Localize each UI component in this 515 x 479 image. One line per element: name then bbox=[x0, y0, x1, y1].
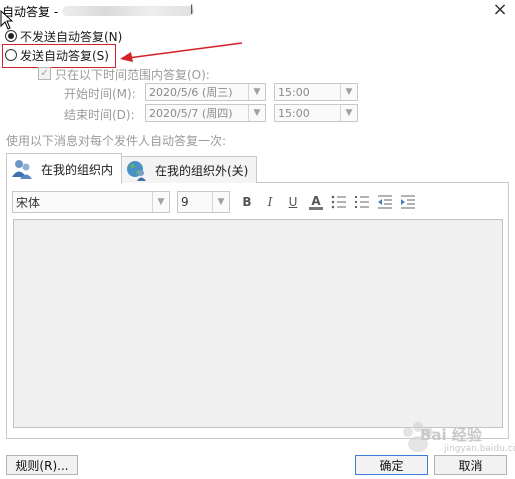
font-size-value: 9 bbox=[181, 195, 189, 209]
message-body-editor[interactable] bbox=[13, 219, 503, 428]
decrease-indent-button[interactable] bbox=[376, 193, 394, 211]
underline-icon: U bbox=[288, 195, 298, 209]
italic-icon: I bbox=[267, 195, 273, 209]
instruction-text: 使用以下消息对每个发件人自动答复一次: bbox=[6, 134, 227, 148]
font-size-select[interactable]: 9 ▼ bbox=[177, 191, 230, 213]
annotation-arrow-icon bbox=[120, 42, 243, 62]
cancel-button-label: 取消 bbox=[458, 458, 483, 473]
numbered-list-icon bbox=[355, 196, 369, 208]
start-date-picker[interactable]: 2020/5/6 (周三) ▼ bbox=[145, 83, 266, 101]
time-range-checkbox[interactable]: ✓ bbox=[38, 67, 51, 80]
tab-inside-organization[interactable]: 在我的组织内 bbox=[6, 153, 122, 184]
tab-inside-label: 在我的组织内 bbox=[41, 163, 114, 177]
window-title-tail: l bbox=[190, 3, 194, 17]
font-color-icon: A bbox=[311, 193, 321, 208]
italic-button[interactable]: I bbox=[261, 193, 279, 211]
ok-button[interactable]: 确定 bbox=[355, 455, 428, 475]
ok-button-label: 确定 bbox=[379, 458, 404, 473]
end-time-value: 15:00 bbox=[278, 106, 310, 120]
bold-icon: B bbox=[242, 195, 252, 209]
increase-indent-icon bbox=[401, 195, 415, 209]
radio-send-auto-reply[interactable]: 发送自动答复(S) bbox=[5, 46, 109, 64]
chevron-down-icon: ▼ bbox=[212, 192, 229, 212]
font-color-button[interactable]: A bbox=[307, 193, 325, 211]
chevron-down-icon: ▼ bbox=[340, 105, 357, 121]
font-color-swatch bbox=[309, 206, 323, 210]
start-date-value: 2020/5/6 (周三) bbox=[149, 86, 233, 99]
decrease-indent-icon bbox=[378, 195, 392, 209]
radio-no-auto-reply[interactable]: 不发送自动答复(N) bbox=[5, 27, 122, 45]
globe-people-icon bbox=[127, 161, 146, 181]
chevron-down-icon: ▼ bbox=[152, 192, 169, 212]
end-date-picker[interactable]: 2020/5/7 (周四) ▼ bbox=[145, 104, 266, 122]
people-icon bbox=[12, 160, 32, 179]
tab-outside-organization[interactable]: 在我的组织外(关) bbox=[121, 156, 257, 183]
bold-button[interactable]: B bbox=[238, 193, 256, 211]
rules-button[interactable]: 规则(R)... bbox=[6, 455, 78, 475]
radio-no-auto-reply-label: 不发送自动答复(N) bbox=[20, 29, 123, 44]
end-date-value: 2020/5/7 (周四) bbox=[149, 107, 233, 120]
close-button[interactable]: × bbox=[486, 0, 514, 22]
close-icon: × bbox=[492, 0, 508, 20]
start-time-value: 15:00 bbox=[278, 85, 310, 99]
bullet-list-icon bbox=[331, 195, 346, 209]
radio-indicator-unchecked bbox=[5, 49, 17, 61]
redacted-title-region bbox=[62, 6, 194, 16]
radio-send-auto-reply-label: 发送自动答复(S) bbox=[20, 48, 109, 63]
watermark-url: jingyan.baidu.com bbox=[444, 444, 515, 454]
underline-button[interactable]: U bbox=[284, 193, 302, 211]
radio-indicator-checked bbox=[5, 30, 17, 42]
chevron-down-icon: ▼ bbox=[248, 84, 265, 100]
end-time-select[interactable]: 15:00 ▼ bbox=[274, 104, 358, 122]
font-name-value: 宋体 bbox=[16, 195, 41, 210]
chevron-down-icon: ▼ bbox=[248, 105, 265, 121]
watermark-text: Bai 经验 bbox=[420, 426, 482, 444]
start-time-select[interactable]: 15:00 ▼ bbox=[274, 83, 358, 101]
tab-outside-label: 在我的组织外(关) bbox=[155, 164, 249, 178]
font-name-select[interactable]: 宋体 ▼ bbox=[12, 191, 170, 213]
rules-button-label: 规则(R)... bbox=[15, 458, 69, 473]
increase-indent-button[interactable] bbox=[399, 193, 417, 211]
bullet-list-button[interactable] bbox=[330, 193, 348, 211]
cancel-button[interactable]: 取消 bbox=[434, 455, 507, 475]
numbered-list-button[interactable] bbox=[353, 193, 371, 211]
chevron-down-icon: ▼ bbox=[340, 84, 357, 100]
end-time-label: 结束时间(D): bbox=[64, 108, 135, 122]
time-range-checkbox-label: 只在以下时间范围内答复(O): bbox=[55, 68, 210, 82]
start-time-label: 开始时间(M): bbox=[64, 87, 136, 101]
